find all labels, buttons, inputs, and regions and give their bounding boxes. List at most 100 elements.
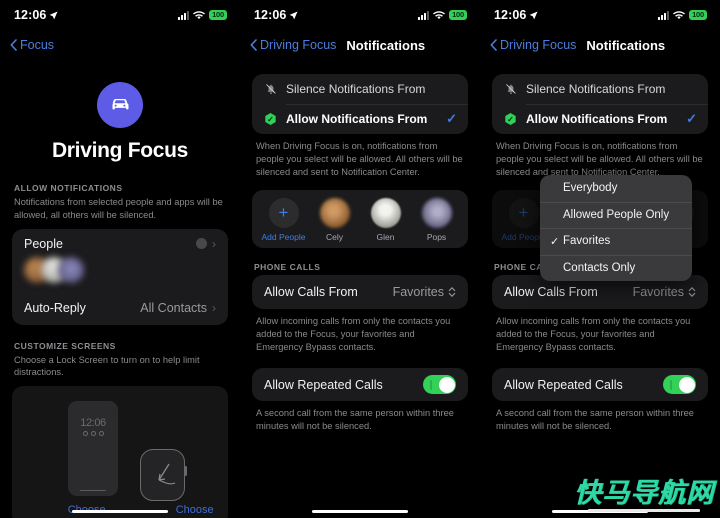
allow-calls-from-row[interactable]: Allow Calls From Favorites xyxy=(252,275,468,309)
option-allow-notifications-from[interactable]: ✓ Allow Notifications From ✓ xyxy=(252,104,468,134)
chevron-left-icon xyxy=(490,39,497,51)
option-silence-notifications-from[interactable]: Silence Notifications From xyxy=(252,74,468,104)
screenshot-stage: 12:06 100 Focus Driving Focus ALLOW NOTI… xyxy=(0,0,720,518)
allow-calls-from-dropdown-menu[interactable]: Everybody Allowed People Only ✓ Favorite… xyxy=(540,175,692,281)
add-plus-icon: + xyxy=(508,198,539,229)
status-bar: 12:06 100 xyxy=(240,0,480,30)
back-button-label: Driving Focus xyxy=(500,38,577,52)
menu-item-contacts-only[interactable]: Contacts Only xyxy=(540,254,692,282)
person-name: Glen xyxy=(376,232,395,243)
panel-notifications-menu-open: 12:06 100 Driving Focus Notifications Si… xyxy=(480,0,720,518)
nav-title: Notifications xyxy=(586,37,666,53)
allow-group: People › Auto-Reply All Contacts › xyxy=(12,228,228,325)
back-button-driving-focus[interactable]: Driving Focus xyxy=(490,38,576,52)
people-row[interactable]: People › xyxy=(12,229,228,255)
watermark-text: 快马导航网 xyxy=(574,478,714,509)
people-avatars[interactable] xyxy=(12,255,228,291)
home-indicator xyxy=(72,509,168,513)
option-allow-label: Allow Notifications From xyxy=(286,112,428,126)
chevron-right-icon: › xyxy=(212,236,216,251)
avatar xyxy=(58,256,84,283)
phone-preview-time: 12:06 xyxy=(80,417,106,430)
notifications-footnote: When Driving Focus is on, notifications … xyxy=(496,141,703,178)
person-name: Cely xyxy=(325,232,343,243)
status-time: 12:06 xyxy=(494,8,527,22)
option-allow-notifications-from[interactable]: ✓ Allow Notifications From ✓ xyxy=(492,104,708,134)
page-title: Driving Focus xyxy=(51,139,189,162)
repeated-calls-label: Allow Repeated Calls xyxy=(264,377,383,392)
status-bar-right: 100 xyxy=(177,10,227,20)
bell-slash-icon xyxy=(503,82,518,97)
menu-item-allowed-people-only[interactable]: Allowed People Only xyxy=(540,201,692,229)
shield-check-icon: ✓ xyxy=(263,112,278,127)
avatar xyxy=(370,198,401,229)
repeated-calls-group: Allow Repeated Calls xyxy=(492,368,708,402)
status-bar-left: 12:06 xyxy=(254,8,299,22)
status-bar-right: 100 xyxy=(657,10,707,20)
wifi-icon xyxy=(193,10,206,19)
option-allow-label: Allow Notifications From xyxy=(526,112,668,126)
allow-repeated-calls-row[interactable]: Allow Repeated Calls xyxy=(492,368,708,401)
menu-item-favorites[interactable]: ✓ Favorites xyxy=(540,228,692,255)
add-plus-icon: + xyxy=(268,198,299,229)
watermark-underline xyxy=(588,509,700,512)
checkmark-icon: ✓ xyxy=(446,111,457,126)
auto-reply-row[interactable]: Auto-Reply All Contacts › xyxy=(12,291,228,325)
battery-indicator: 100 xyxy=(449,10,467,20)
status-time: 12:06 xyxy=(14,8,47,22)
allow-repeated-calls-row[interactable]: Allow Repeated Calls xyxy=(252,368,468,401)
allow-calls-group: Allow Calls From Favorites xyxy=(252,275,468,310)
wifi-icon xyxy=(673,10,686,19)
repeated-calls-toggle[interactable] xyxy=(663,375,696,395)
menu-item-everybody[interactable]: Everybody xyxy=(540,175,692,202)
phone-preview-home-indicator xyxy=(80,489,106,492)
checkmark-icon: ✓ xyxy=(686,111,697,126)
allow-calls-footnote: Allow incoming calls from only the conta… xyxy=(496,316,691,353)
status-bar-left: 12:06 xyxy=(494,8,539,22)
chevron-up-down-icon xyxy=(448,287,456,297)
watermark: 快马导航网 xyxy=(574,480,714,512)
notification-mode-group: Silence Notifications From ✓ Allow Notif… xyxy=(492,74,708,134)
watch-face-preview[interactable] xyxy=(140,449,187,502)
option-silence-notifications-from[interactable]: Silence Notifications From xyxy=(492,74,708,104)
repeated-calls-group: Allow Repeated Calls xyxy=(252,368,468,402)
person-pops[interactable]: Pops xyxy=(411,198,462,242)
person-cely[interactable]: Cely xyxy=(309,198,360,242)
menu-item-label: Contacts Only xyxy=(563,261,636,274)
person-glen[interactable]: Glen xyxy=(360,198,411,242)
phone-preview-widgets xyxy=(68,431,118,437)
repeated-calls-footnote: A second call from the same person withi… xyxy=(496,408,694,432)
people-label: People xyxy=(24,236,63,251)
allow-calls-value: Favorites xyxy=(392,285,444,300)
watch-hands-icon xyxy=(158,463,176,485)
location-arrow-icon xyxy=(290,10,299,19)
car-icon xyxy=(97,82,143,128)
section-header-phone-calls: PHONE CALLS xyxy=(254,262,321,273)
focus-hero: Driving Focus xyxy=(0,82,240,163)
wifi-icon xyxy=(433,10,446,19)
allow-calls-value: Favorites xyxy=(632,285,684,300)
nav-title: Notifications xyxy=(346,37,426,53)
back-button-driving-focus[interactable]: Driving Focus xyxy=(250,38,336,52)
lock-screen-chooser-card: 12:06 Choose Choose xyxy=(12,386,228,518)
notifications-footnote: When Driving Focus is on, notifications … xyxy=(256,141,463,178)
location-arrow-icon xyxy=(530,10,539,19)
menu-item-label: Everybody xyxy=(563,182,618,195)
watch-crown xyxy=(184,466,187,477)
person-add-people[interactable]: + Add People xyxy=(258,198,309,242)
back-button-focus[interactable]: Focus xyxy=(10,38,54,52)
repeated-calls-footnote: A second call from the same person withi… xyxy=(256,408,454,432)
repeated-calls-label: Allow Repeated Calls xyxy=(504,377,623,392)
person-name: Pops xyxy=(426,232,447,243)
allowed-people-card: + Add People Cely Glen Pops xyxy=(252,190,468,249)
menu-item-label: Allowed People Only xyxy=(563,208,670,221)
nav-bar-panel3: Driving Focus Notifications xyxy=(480,30,720,60)
phone-lockscreen-preview[interactable]: 12:06 xyxy=(68,401,118,497)
status-bar-right: 100 xyxy=(417,10,467,20)
status-bar: 12:06 100 xyxy=(480,0,720,30)
repeated-calls-toggle[interactable] xyxy=(423,375,456,395)
choose-watch-button[interactable]: Choose xyxy=(161,504,228,516)
option-silence-label: Silence Notifications From xyxy=(286,82,426,96)
nav-bar-panel1: Focus xyxy=(0,30,240,60)
location-arrow-icon xyxy=(50,10,59,19)
